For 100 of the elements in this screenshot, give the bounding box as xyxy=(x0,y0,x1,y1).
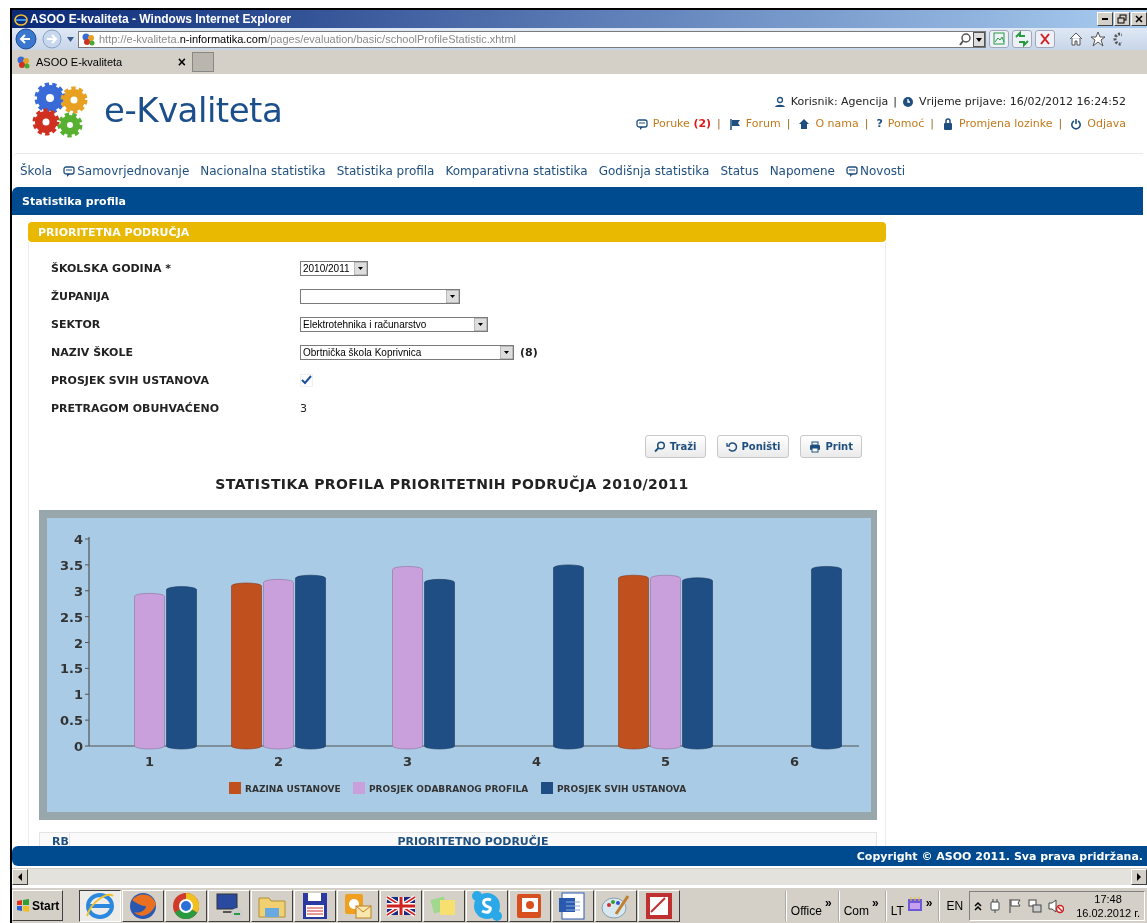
restore-button[interactable] xyxy=(1114,12,1130,26)
house-icon xyxy=(798,117,811,130)
toolbar-chevron[interactable]: » xyxy=(824,895,832,910)
site-logo-text: e-Kvaliteta xyxy=(104,90,283,130)
printer-icon xyxy=(809,440,822,453)
left-arrow-icon xyxy=(17,872,23,881)
dropdown[interactable] xyxy=(300,288,460,304)
toolbar-label: Com xyxy=(843,903,869,918)
muted-speaker-icon[interactable] xyxy=(1048,897,1065,914)
nav-menu-item[interactable]: Samovrjednovanje xyxy=(63,163,190,178)
dropdown-arrow-icon xyxy=(354,261,367,275)
separator-text: | xyxy=(1058,117,1063,130)
star-icon[interactable] xyxy=(1090,31,1106,47)
back-button[interactable] xyxy=(14,28,38,50)
field-label: SEKTOR xyxy=(51,317,102,331)
action-button[interactable]: Traži xyxy=(644,435,706,458)
header-link[interactable]: Forum xyxy=(745,117,781,130)
start-button[interactable]: Start xyxy=(12,890,64,922)
category-label: 6 xyxy=(790,754,799,769)
nav-menu-item[interactable]: Novosti xyxy=(846,163,906,178)
double-caret-icon[interactable] xyxy=(974,900,983,911)
field-label: PROSJEK SVIH USTANOVA xyxy=(51,373,210,387)
copyright-text: Copyright © ASOO 2011. Sva prava pridržana. xyxy=(856,849,1143,863)
search-icon xyxy=(653,440,666,453)
axis-tick-label: 2 xyxy=(73,635,83,651)
window-title: ASOO E-kvaliteta - Windows Internet Explorer xyxy=(30,12,292,26)
power-icon xyxy=(1070,117,1083,130)
letter-e-icon xyxy=(14,12,28,26)
axis-tick-label: 0 xyxy=(73,739,83,754)
action-button[interactable]: Poništi xyxy=(716,435,790,458)
category-label: 2 xyxy=(274,754,283,769)
axis-tick-label: 2.5 xyxy=(59,609,83,625)
dropdown[interactable]: Elektrotehnika i računarstvo xyxy=(300,316,488,332)
axis-tick-label: 1.5 xyxy=(59,661,83,677)
action-button[interactable]: Print xyxy=(800,435,862,458)
header-link[interactable]: Poruke (2) xyxy=(652,117,712,130)
field-label: ŽUPANIJA xyxy=(51,289,111,303)
separator-text: | xyxy=(786,117,791,130)
scroll-right-button[interactable] xyxy=(1131,868,1147,885)
user-label: Korisnik: Agencija xyxy=(790,95,889,108)
axis-tick-label: 3.5 xyxy=(59,557,83,573)
legend-label: PROSJEK ODABRANOG PROFILA xyxy=(369,784,529,794)
language-indicator[interactable]: EN xyxy=(946,898,964,913)
tab-close-button[interactable]: × xyxy=(177,54,186,70)
header-link[interactable]: Pomoć xyxy=(887,117,925,130)
dropdown-arrow-icon xyxy=(446,289,459,303)
separator-text: | xyxy=(717,117,721,130)
category-label: 4 xyxy=(532,754,541,769)
stop-button[interactable] xyxy=(1035,30,1055,48)
field-label: NAZIV ŠKOLE xyxy=(51,345,134,359)
minimize-button[interactable] xyxy=(1097,12,1113,26)
toolbar-chevron[interactable]: » xyxy=(872,895,879,910)
flag-icon[interactable] xyxy=(1008,897,1023,914)
separator-text: | xyxy=(864,117,869,130)
column-header: RB xyxy=(51,834,69,847)
checkbox[interactable] xyxy=(300,373,313,387)
minimize-icon xyxy=(1102,18,1108,20)
close-button[interactable] xyxy=(1131,12,1147,26)
dropdown[interactable]: Obrtnička škola Koprivnica xyxy=(300,344,514,360)
header-link[interactable]: O nama xyxy=(815,117,859,130)
speech-bubble-icon xyxy=(846,164,858,177)
power-plug-icon[interactable] xyxy=(988,897,1003,914)
address-field[interactable]: http://e-kvaliteta.n-informatika.com/pages/evaluation/basic/schoolProfileStatistic.xhtml xyxy=(78,30,986,48)
undo-icon xyxy=(725,440,738,453)
header-link[interactable]: Odjava xyxy=(1087,117,1126,130)
home-icon[interactable] xyxy=(1068,31,1084,47)
picture-icon xyxy=(990,30,1008,48)
help-icon: ? xyxy=(876,117,883,130)
network-icon[interactable] xyxy=(1028,897,1043,914)
legend-label: RAZINA USTANOVE xyxy=(245,784,341,794)
axis-tick-label: 3 xyxy=(73,583,83,599)
checkmark-icon xyxy=(301,375,312,385)
search-icon xyxy=(959,32,971,46)
clock-icon xyxy=(901,95,914,108)
chart-title: STATISTIKA PROFILA PRIORITETNIH PODRUČJA 2010/2011 xyxy=(214,476,690,492)
close-icon xyxy=(1133,13,1145,25)
nav-menu-item[interactable]: Status xyxy=(720,163,759,178)
field-label: ŠKOLSKA GODINA * xyxy=(51,261,172,275)
scroll-left-button[interactable] xyxy=(12,868,28,885)
toolbar-chevron[interactable]: » xyxy=(925,895,933,910)
windows-logo-icon xyxy=(16,898,30,913)
flag-icon xyxy=(728,117,741,130)
refresh-icon xyxy=(1013,30,1031,48)
nav-menu-item[interactable]: Godišnja statistika xyxy=(598,163,710,178)
refresh-button[interactable] xyxy=(1012,30,1032,48)
header-link[interactable]: Promjena lozinke xyxy=(959,117,1053,130)
toolbar-label: LT xyxy=(890,903,904,918)
nav-menu-item[interactable]: Škola xyxy=(20,163,53,178)
browser-tab[interactable]: ASOO E-kvaliteta × xyxy=(16,52,186,72)
nav-menu-item[interactable]: Statistika profila xyxy=(336,163,435,178)
nav-menu-item[interactable]: Komparativna statistika xyxy=(445,163,588,178)
dropdown-arrow-icon xyxy=(474,317,487,331)
nav-menu-item[interactable]: Napomene xyxy=(769,163,835,178)
restore-icon xyxy=(1116,13,1128,25)
speech-bubble-icon xyxy=(63,164,76,177)
dropdown[interactable]: 2010/2011 xyxy=(300,260,368,276)
speech-bubble-icon xyxy=(635,117,648,130)
separator-text: | xyxy=(930,117,935,130)
nav-menu-item[interactable]: Nacionalna statistika xyxy=(200,163,326,178)
taskbar-button[interactable] xyxy=(79,889,122,922)
